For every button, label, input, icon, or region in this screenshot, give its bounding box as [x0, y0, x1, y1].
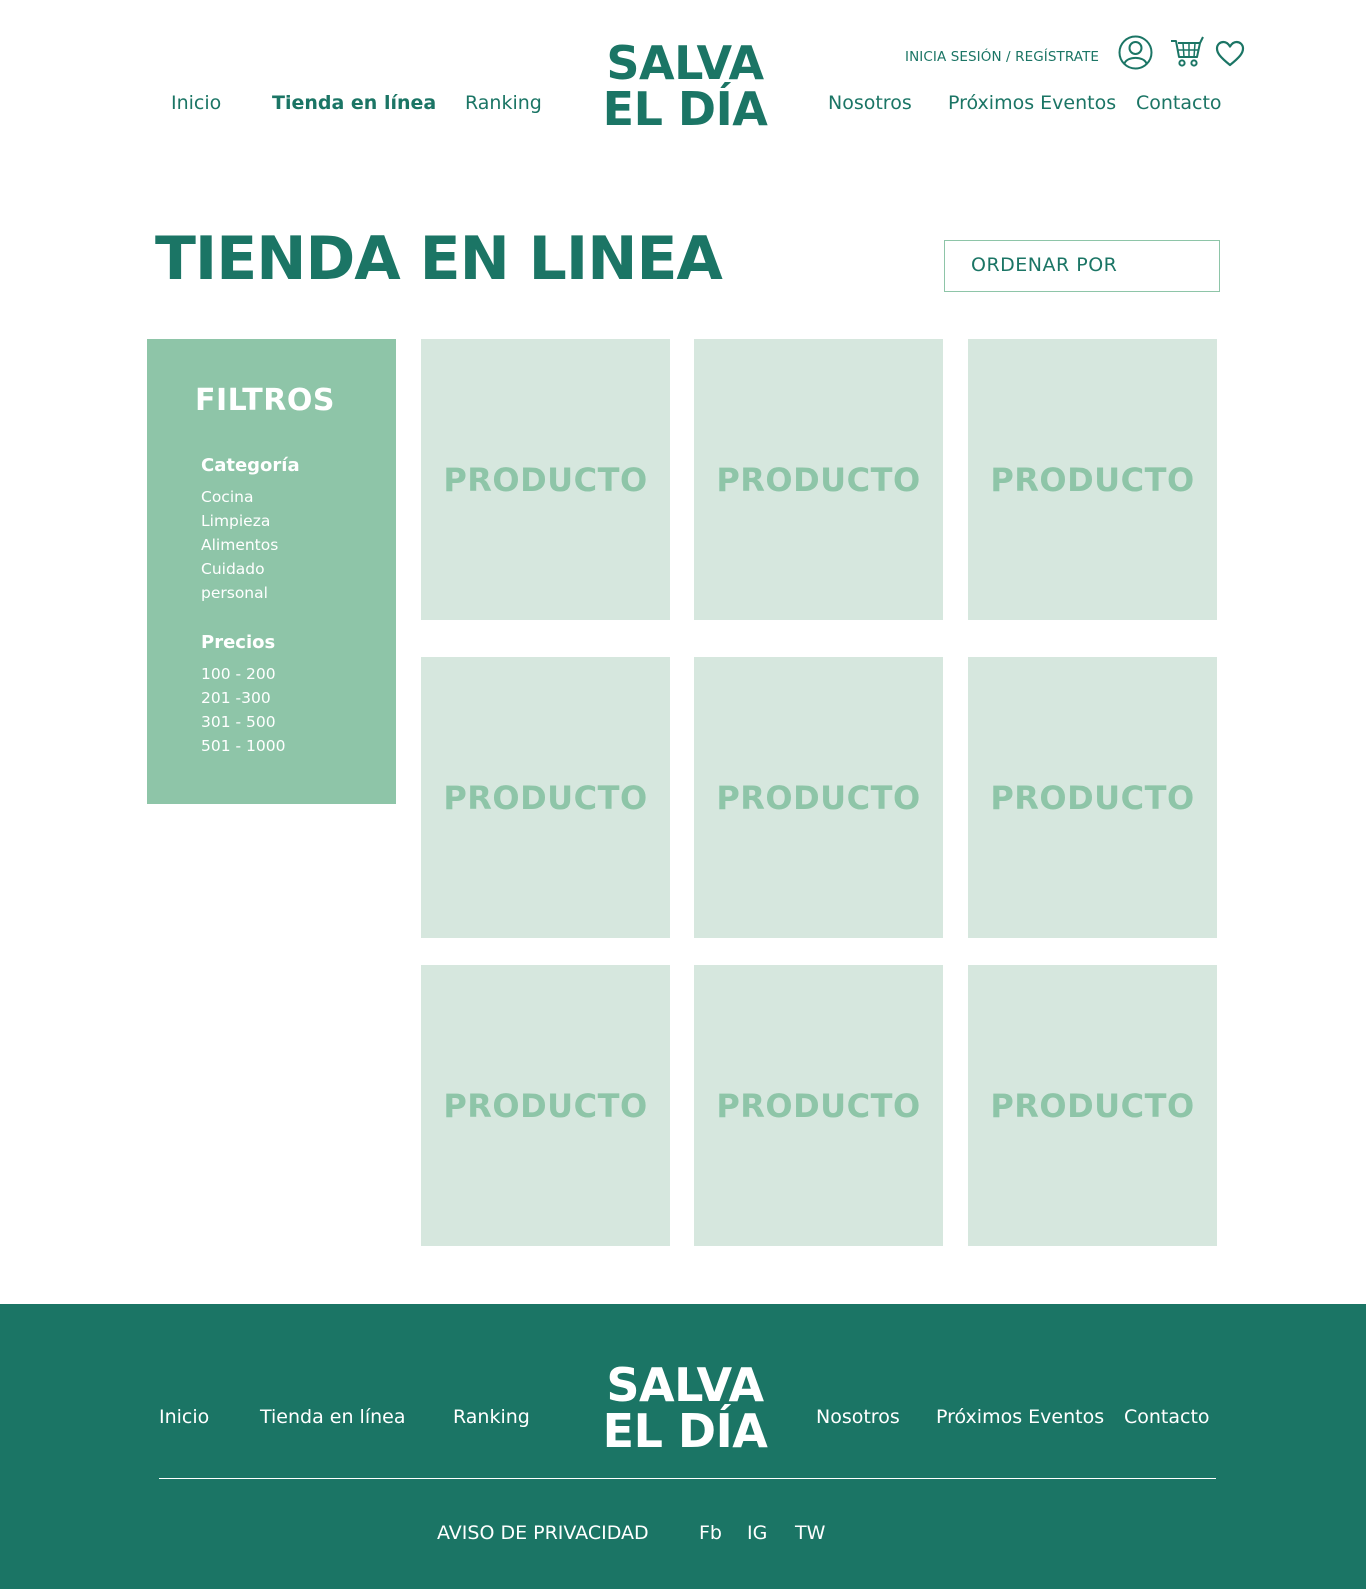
footer-logo[interactable]: SALVA EL DÍA: [594, 1362, 776, 1454]
footer-nav-nosotros[interactable]: Nosotros: [816, 1406, 900, 1428]
footer-nav-inicio[interactable]: Inicio: [159, 1406, 209, 1428]
product-label: PRODUCTO: [716, 1086, 921, 1125]
nav-tienda[interactable]: Tienda en línea: [272, 92, 436, 114]
filter-category-limpieza[interactable]: Limpieza: [201, 509, 278, 533]
filter-category-alimentos[interactable]: Alimentos: [201, 533, 278, 557]
footer-nav-tienda[interactable]: Tienda en línea: [260, 1406, 405, 1428]
filter-category-cocina[interactable]: Cocina: [201, 485, 278, 509]
facebook-link[interactable]: Fb: [699, 1522, 722, 1544]
filter-category-personal[interactable]: personal: [201, 581, 278, 605]
product-card[interactable]: PRODUCTO: [968, 657, 1217, 938]
filters-panel: FILTROS Categoría Cocina Limpieza Alimen…: [147, 339, 396, 804]
product-label: PRODUCTO: [716, 460, 921, 499]
nav-nosotros[interactable]: Nosotros: [828, 92, 912, 114]
product-card[interactable]: PRODUCTO: [968, 339, 1217, 620]
filter-category-cuidado[interactable]: Cuidado: [201, 557, 278, 581]
heart-icon[interactable]: [1215, 40, 1245, 72]
twitter-link[interactable]: TW: [795, 1522, 825, 1544]
logo-line2: EL DÍA: [602, 82, 768, 136]
sort-dropdown[interactable]: ORDENAR POR: [944, 240, 1220, 292]
product-label: PRODUCTO: [443, 778, 648, 817]
product-label: PRODUCTO: [990, 460, 1195, 499]
footer-nav-contacto[interactable]: Contacto: [1124, 1406, 1210, 1428]
product-label: PRODUCTO: [443, 460, 648, 499]
footer-logo-line1: SALVA: [606, 1358, 764, 1412]
product-label: PRODUCTO: [716, 778, 921, 817]
logo-line1: SALVA: [606, 36, 764, 90]
site-footer: Inicio Tienda en línea Ranking SALVA EL …: [0, 1304, 1366, 1589]
login-register-link[interactable]: INICIA SESIÓN / REGÍSTRATE: [905, 49, 1099, 65]
privacy-link[interactable]: AVISO DE PRIVACIDAD: [437, 1522, 649, 1544]
footer-divider: [159, 1478, 1216, 1479]
instagram-link[interactable]: IG: [747, 1522, 767, 1544]
category-heading: Categoría: [201, 455, 300, 476]
footer-logo-line2: EL DÍA: [602, 1404, 768, 1458]
filter-price-501-1000[interactable]: 501 - 1000: [201, 734, 285, 758]
product-label: PRODUCTO: [990, 778, 1195, 817]
product-card[interactable]: PRODUCTO: [968, 965, 1217, 1246]
user-icon[interactable]: [1118, 35, 1153, 74]
product-card[interactable]: PRODUCTO: [421, 965, 670, 1246]
filter-price-201-300[interactable]: 201 -300: [201, 686, 285, 710]
filter-price-100-200[interactable]: 100 - 200: [201, 662, 285, 686]
filter-price-301-500[interactable]: 301 - 500: [201, 710, 285, 734]
product-label: PRODUCTO: [990, 1086, 1195, 1125]
site-logo[interactable]: SALVA EL DÍA: [594, 40, 776, 132]
cart-icon[interactable]: [1169, 35, 1205, 73]
category-list: Cocina Limpieza Alimentos Cuidado person…: [201, 485, 278, 605]
price-heading: Precios: [201, 632, 276, 653]
filters-title: FILTROS: [195, 383, 335, 418]
nav-inicio[interactable]: Inicio: [171, 92, 221, 114]
nav-proximos-eventos[interactable]: Próximos Eventos: [948, 92, 1116, 114]
page-title: TIENDA EN LINEA: [155, 224, 723, 294]
footer-nav-proximos-eventos[interactable]: Próximos Eventos: [936, 1406, 1104, 1428]
product-card[interactable]: PRODUCTO: [421, 339, 670, 620]
nav-ranking[interactable]: Ranking: [465, 92, 542, 114]
product-label: PRODUCTO: [443, 1086, 648, 1125]
footer-nav-ranking[interactable]: Ranking: [453, 1406, 530, 1428]
product-card[interactable]: PRODUCTO: [694, 339, 943, 620]
nav-contacto[interactable]: Contacto: [1136, 92, 1222, 114]
product-card[interactable]: PRODUCTO: [694, 965, 943, 1246]
product-card[interactable]: PRODUCTO: [694, 657, 943, 938]
price-list: 100 - 200 201 -300 301 - 500 501 - 1000: [201, 662, 285, 758]
product-card[interactable]: PRODUCTO: [421, 657, 670, 938]
